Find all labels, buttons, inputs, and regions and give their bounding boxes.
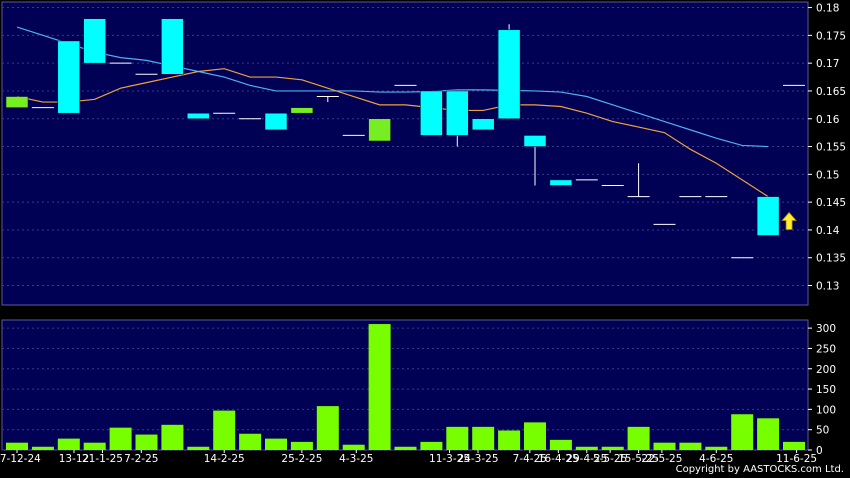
candle-body	[368, 118, 391, 142]
candle-body	[446, 90, 469, 136]
candle-body	[290, 107, 314, 114]
volume-bar	[394, 446, 417, 450]
price-panel	[1, 1, 809, 306]
volume-bar	[109, 427, 132, 450]
price-tick-label: 0.17	[816, 58, 839, 70]
price-tick-label: 0.16	[816, 114, 840, 126]
volume-tick-label: 200	[816, 364, 836, 376]
date-tick-label: 21-1-25	[82, 453, 123, 465]
volume-bar	[757, 418, 780, 450]
volume-tick-label: 150	[816, 384, 836, 396]
volume-bar	[653, 442, 676, 450]
stock-chart: 0.13 0.135 0.14 0.145 0.15 0.155 0.16 0.165 0.17…	[0, 1, 846, 465]
candle	[549, 179, 573, 186]
volume-bar	[213, 410, 236, 450]
volume-bar	[187, 446, 210, 450]
candle	[471, 118, 495, 131]
volume-bar	[627, 426, 650, 450]
volume-bar	[705, 446, 728, 450]
price-tick-label: 0.135	[816, 253, 846, 265]
price-tick-label: 0.15	[816, 169, 839, 181]
volume-bar	[679, 442, 702, 450]
volume-bar	[601, 446, 624, 450]
volume-bar	[316, 406, 339, 450]
volume-bar	[575, 446, 598, 450]
candle	[57, 40, 81, 114]
candle-body	[471, 118, 495, 131]
volume-bar	[472, 426, 495, 450]
volume-tick-label: 250	[816, 343, 836, 355]
candle-body	[161, 18, 184, 75]
candle	[756, 196, 780, 236]
volume-tick-label: 300	[816, 323, 836, 335]
candle-body	[187, 112, 210, 120]
date-tick-label: 4-3-25	[339, 453, 373, 465]
volume-bar	[161, 424, 184, 450]
volume-bar	[731, 414, 754, 450]
candle-body	[5, 96, 29, 108]
price-tick-label: 0.145	[816, 197, 846, 209]
price-axis: 0.13 0.135 0.14 0.145 0.15 0.155 0.16 0.165 0.17…	[808, 3, 846, 293]
candle-body	[523, 135, 547, 147]
candle	[5, 96, 29, 108]
candle-body	[264, 112, 288, 131]
candle	[161, 18, 184, 75]
candle	[368, 118, 391, 142]
price-tick-label: 0.155	[816, 142, 846, 154]
volume-tick-label: 50	[816, 425, 829, 437]
date-tick-label: 25-2-25	[281, 453, 322, 465]
candle	[83, 18, 106, 64]
candle	[264, 112, 288, 131]
volume-bar	[290, 441, 313, 450]
candle-body	[57, 40, 81, 114]
volume-bar	[135, 434, 158, 450]
candle-body	[549, 179, 573, 186]
volume-bar	[57, 438, 80, 450]
volume-bar	[446, 426, 469, 450]
price-tick-label: 0.175	[816, 30, 846, 42]
candle	[290, 107, 314, 114]
candle	[497, 24, 521, 120]
copyright-text: Copyright by AASTOCKS.com Ltd.	[675, 464, 844, 475]
price-tick-label: 0.165	[816, 86, 846, 98]
volume-bar	[368, 324, 391, 450]
date-tick-label: 14-2-25	[204, 453, 245, 465]
volume-bar	[549, 439, 572, 450]
volume-axis: 050100150200250300	[808, 323, 836, 457]
volume-bar	[239, 433, 262, 450]
date-tick-label: 27-12-24	[0, 453, 41, 465]
candle-body	[83, 18, 106, 64]
price-tick-label: 0.13	[816, 281, 839, 293]
volume-bar	[342, 444, 365, 450]
volume-bar	[498, 430, 521, 450]
volume-bar	[31, 446, 54, 450]
candle	[420, 90, 443, 136]
volume-bar	[524, 422, 546, 450]
candle	[187, 112, 210, 120]
volume-bar	[783, 441, 805, 450]
date-tick-label: 24-3-25	[458, 453, 499, 465]
candle-body	[420, 90, 443, 136]
volume-bar	[265, 438, 287, 450]
candle-body	[497, 29, 521, 120]
date-tick-label: 7-2-25	[124, 453, 158, 465]
volume-bar	[420, 441, 443, 450]
volume-bar	[83, 442, 106, 450]
price-tick-label: 0.14	[816, 225, 840, 237]
date-axis: 27-12-2413-1221-1-257-2-2514-2-2525-2-25…	[0, 450, 817, 465]
candle-body	[756, 196, 780, 236]
price-tick-label: 0.18	[816, 3, 839, 15]
volume-tick-label: 100	[816, 404, 836, 416]
volume-bar	[6, 442, 28, 450]
